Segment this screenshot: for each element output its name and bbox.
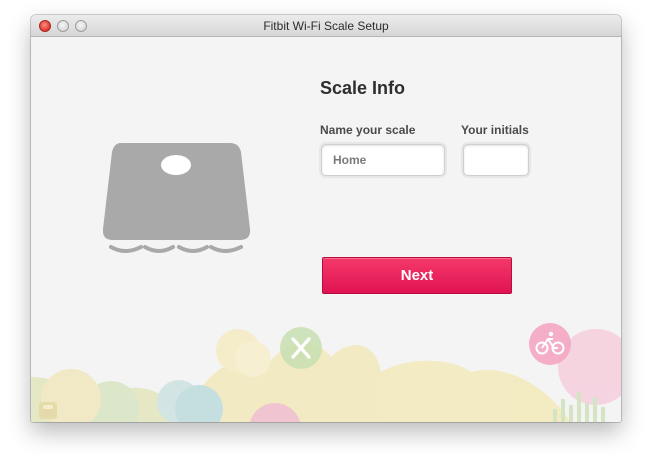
app-window: Fitbit Wi-Fi Scale Setup Scale Info Name… (31, 15, 621, 422)
scale-name-input[interactable] (321, 144, 445, 176)
initials-input[interactable] (463, 144, 529, 176)
title-bar: Fitbit Wi-Fi Scale Setup (31, 15, 621, 37)
page-title: Scale Info (320, 78, 406, 98)
window-title: Fitbit Wi-Fi Scale Setup (263, 19, 389, 33)
small-scale-icon (39, 402, 57, 419)
bicycle-icon (529, 323, 571, 365)
fork-knife-icon (280, 327, 322, 369)
scale-illustration (103, 143, 251, 253)
next-button[interactable]: Next (322, 257, 512, 294)
setup-panel: Scale Info Name your scale Your initials… (31, 37, 621, 422)
initials-label: Your initials (461, 123, 529, 137)
scale-name-label: Name your scale (320, 123, 416, 137)
